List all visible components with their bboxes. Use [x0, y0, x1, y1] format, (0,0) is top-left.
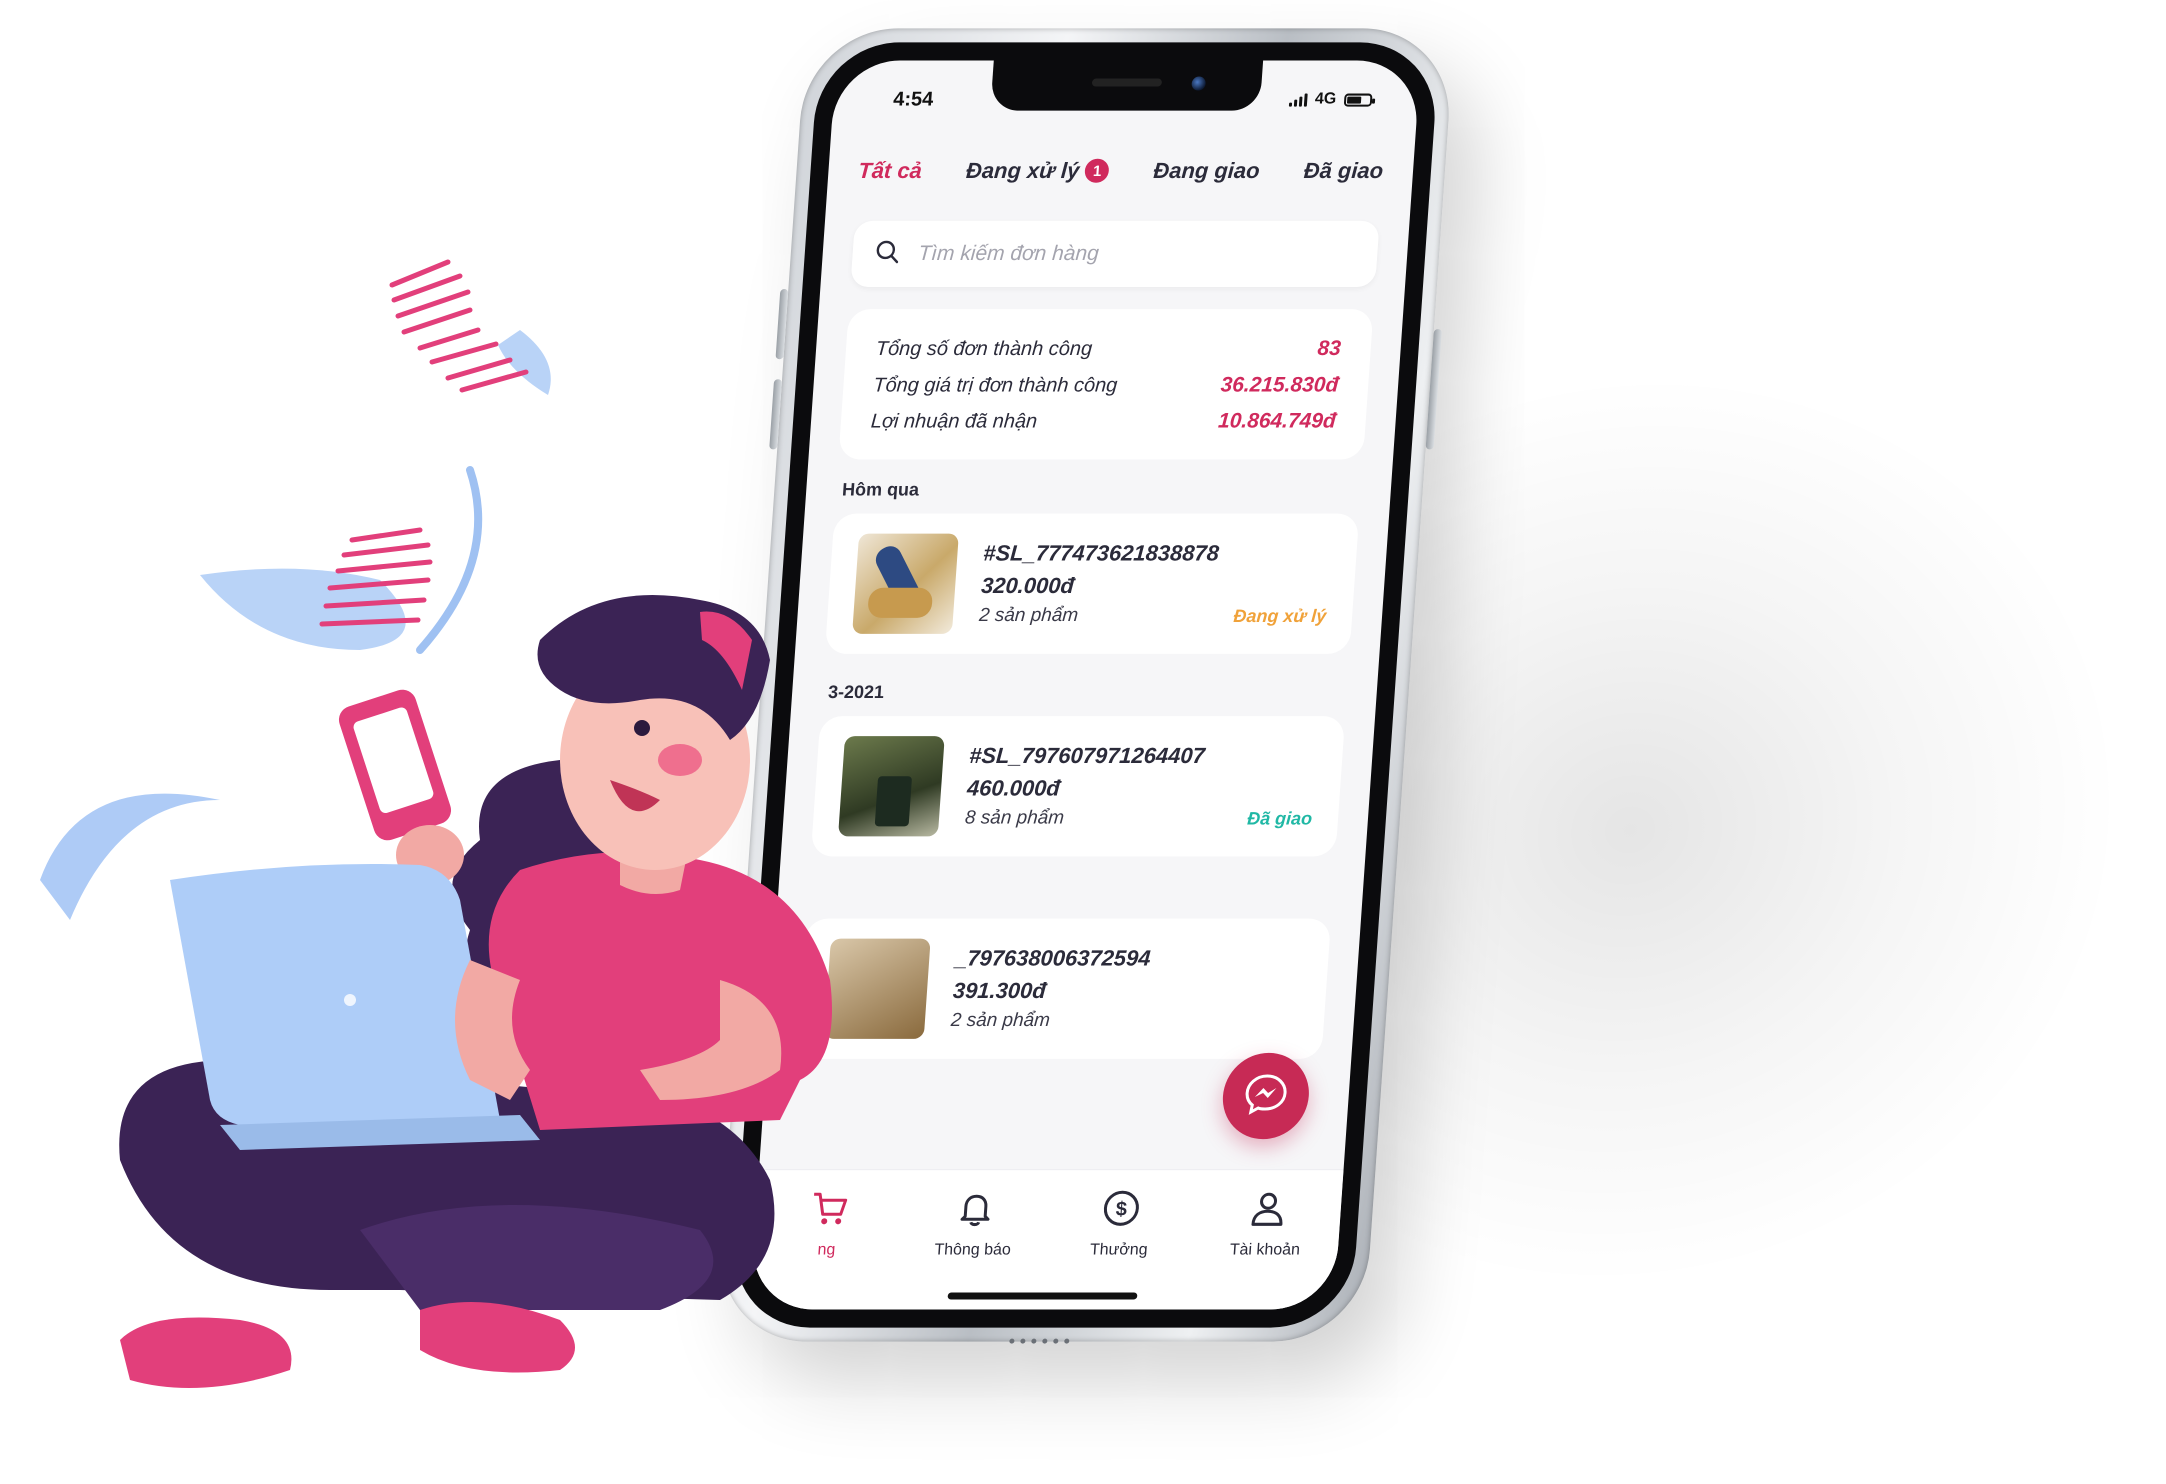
nav-item-account[interactable]: Tài khoản [1204, 1188, 1329, 1259]
tab-all[interactable]: Tất cả [858, 158, 923, 184]
bottom-navigation: ng Thông báo $ Thưởng Tài khoản [749, 1169, 1344, 1310]
messenger-chat-button[interactable] [1219, 1052, 1312, 1140]
signal-icon [1288, 93, 1308, 107]
tab-processing[interactable]: Đang xử lý 1 [965, 157, 1111, 184]
tab-label: Đang giao [1152, 157, 1261, 183]
summary-row: Lợi nhuận đã nhận 10.864.749đ [870, 403, 1337, 439]
tab-delivered[interactable]: Đã giao [1303, 158, 1384, 184]
product-thumbnail [823, 938, 931, 1039]
section-label-yesterday: Hôm qua [841, 479, 920, 500]
order-card[interactable]: _797638006372594 391.300đ 2 sản phẩm [796, 918, 1332, 1059]
tab-label: Tất cả [857, 157, 923, 183]
order-info: _797638006372594 391.300đ 2 sản phẩm [950, 946, 1303, 1032]
order-info: #SL_777473621838878 320.000đ 2 sản phẩm … [978, 541, 1331, 627]
summary-label: Tổng số đơn thành công [875, 337, 1093, 360]
bell-icon [954, 1188, 997, 1233]
nav-item-rewards[interactable]: $ Thưởng [1058, 1188, 1183, 1259]
nav-label: ng [817, 1241, 836, 1259]
summary-row: Tổng số đơn thành công 83 [875, 331, 1342, 367]
order-meta: 8 sản phẩm Đã giao [964, 807, 1313, 829]
order-search-box[interactable] [850, 220, 1380, 288]
battery-icon [1343, 93, 1373, 107]
order-meta: 2 sản phẩm [950, 1010, 1299, 1032]
nav-label: Tài khoản [1229, 1241, 1301, 1259]
order-status-badge: Đã giao [1246, 807, 1313, 828]
user-icon [1246, 1188, 1289, 1233]
order-status-badge: Đang xử lý [1232, 605, 1327, 626]
order-item-count: 2 sản phẩm [950, 1009, 1051, 1031]
eye [634, 720, 650, 736]
summary-label: Lợi nhuận đã nhận [870, 409, 1038, 432]
earpiece-speaker [1091, 78, 1163, 87]
app-screen: 4:54 4G Tất cả Đang xử lý 1 Đang giao Đã [749, 60, 1421, 1310]
order-card[interactable]: #SL_777473621838878 320.000đ 2 sản phẩm … [824, 513, 1360, 654]
tab-shipping[interactable]: Đang giao [1153, 158, 1261, 184]
section-label-date: 3-2021 [827, 681, 885, 703]
dollar-coin-icon: $ [1100, 1188, 1143, 1233]
nav-label: Thông báo [933, 1241, 1012, 1259]
nav-label: Thưởng [1089, 1241, 1149, 1259]
summary-card: Tổng số đơn thành công 83 Tổng giá trị đ… [838, 309, 1374, 460]
tab-label: Đang xử lý [965, 157, 1081, 183]
cheek-blush [658, 744, 702, 776]
order-meta: 2 sản phẩm Đang xử lý [978, 605, 1327, 627]
summary-value: 10.864.749đ [1217, 409, 1337, 433]
pink-lines-paper-top [389, 259, 551, 395]
messenger-icon [1241, 1070, 1290, 1121]
order-price: 460.000đ [966, 775, 1061, 801]
order-code: #SL_797607971264407 [968, 743, 1206, 769]
status-icons: 4G [1288, 90, 1373, 109]
product-thumbnail [852, 533, 959, 634]
order-code: #SL_777473621838878 [982, 540, 1220, 566]
tab-count-badge: 1 [1084, 158, 1111, 183]
cart-icon [808, 1188, 851, 1233]
tab-label: Đã giao [1303, 157, 1385, 183]
phone-speaker-grille [1009, 1338, 1070, 1344]
search-input[interactable] [915, 240, 1357, 267]
order-price: 320.000đ [980, 572, 1075, 598]
summary-value: 36.215.830đ [1219, 373, 1340, 397]
front-camera [1191, 76, 1207, 91]
search-icon [874, 238, 902, 269]
nav-item-orders[interactable]: ng [766, 1188, 891, 1259]
summary-value: 83 [1316, 337, 1342, 361]
network-type: 4G [1314, 90, 1337, 108]
status-time: 4:54 [892, 88, 935, 111]
pink-lines-paper-middle [200, 466, 483, 654]
order-code: _797638006372594 [954, 945, 1152, 971]
order-item-count: 2 sản phẩm [978, 604, 1079, 626]
order-card[interactable]: #SL_797607971264407 460.000đ 8 sản phẩm … [810, 716, 1346, 857]
order-item-count: 8 sản phẩm [964, 807, 1065, 829]
home-indicator [947, 1292, 1138, 1300]
order-status-tabs: Tất cả Đang xử lý 1 Đang giao Đã giao [826, 139, 1415, 203]
summary-row: Tổng giá trị đơn thành công 36.215.830đ [872, 367, 1339, 403]
order-info: #SL_797607971264407 460.000đ 8 sản phẩm … [964, 743, 1317, 829]
summary-label: Tổng giá trị đơn thành công [872, 373, 1119, 396]
phone-notch [990, 60, 1264, 111]
nav-item-notifications[interactable]: Thông báo [912, 1188, 1037, 1259]
product-thumbnail [838, 736, 945, 837]
phone-mockup: 4:54 4G Tất cả Đang xử lý 1 Đang giao Đã [715, 28, 1455, 1344]
order-price: 391.300đ [952, 977, 1047, 1003]
svg-text:$: $ [1115, 1198, 1128, 1220]
